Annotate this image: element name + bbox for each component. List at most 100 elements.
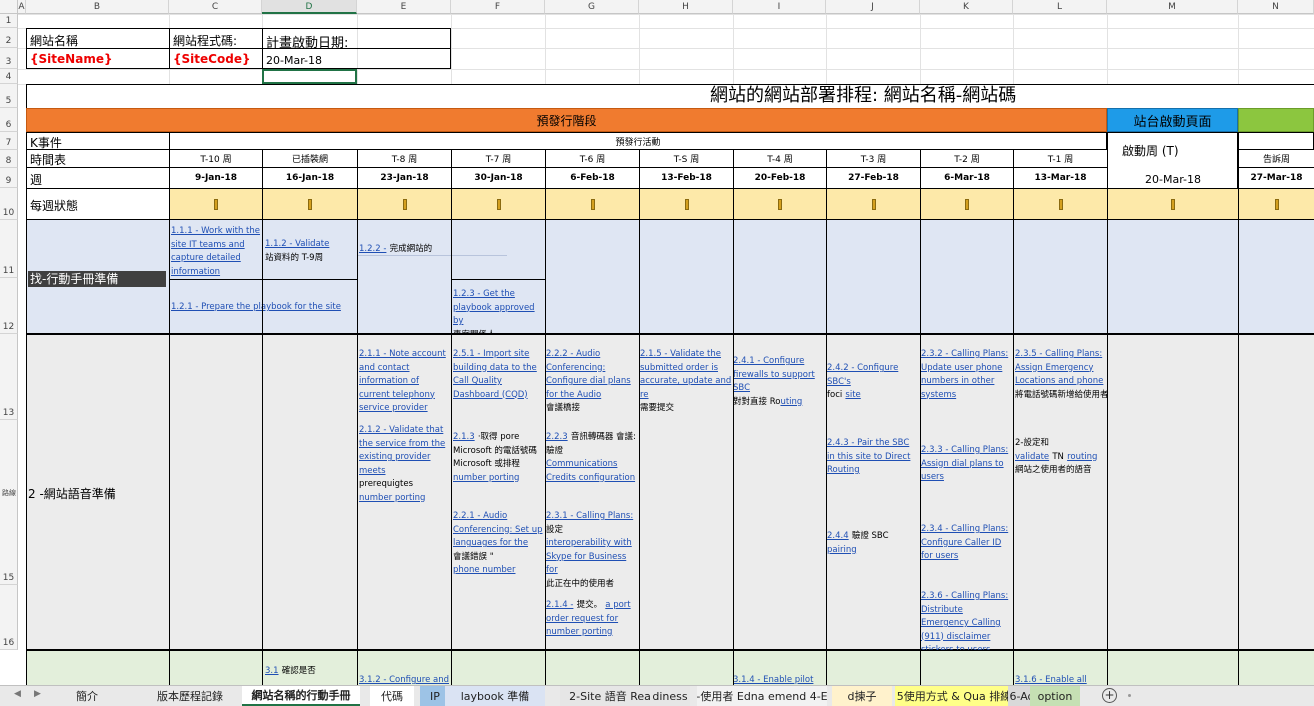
weekly-status-cell[interactable] xyxy=(639,188,734,220)
week-cell[interactable]: 20-Feb-18 xyxy=(733,167,827,189)
pre-launch-phase-header[interactable]: 預發行階段 xyxy=(26,108,1107,132)
task-2-1-5-link[interactable]: 2.1.5 - Validate the submitted order is … xyxy=(640,349,731,400)
task-2-2-3-link-b[interactable]: Communications Credits configuration xyxy=(546,459,635,483)
more-dot-icon[interactable] xyxy=(1128,694,1131,697)
task-2-1-2-link-b[interactable]: number porting xyxy=(359,493,425,503)
sheet-tab[interactable]: 簡介 xyxy=(62,686,112,706)
task-1-1-2[interactable]: 1.1.2 - Validate 站資料的 T-9周 xyxy=(265,238,357,265)
next-sheet-icon[interactable]: ▶ xyxy=(34,689,41,699)
row-header-16[interactable]: 16 xyxy=(0,585,18,650)
post-launch-phase-header[interactable] xyxy=(1238,108,1314,132)
row-header-8[interactable]: 8 xyxy=(0,150,18,168)
column-header-C[interactable]: C xyxy=(169,0,262,14)
row-header-3[interactable]: 3 xyxy=(0,48,18,69)
task-3-1-6[interactable]: 3.1.6 - Enable all users xyxy=(1015,674,1107,685)
week-cell[interactable]: 20-Mar-18 xyxy=(1107,170,1239,189)
timeline-label[interactable]: 時間表 xyxy=(26,149,170,168)
task-2-2-3-link[interactable]: 2.2.3 xyxy=(546,432,568,442)
task-2-4-3-link[interactable]: 2.4.3 - Pair the SBC in this site to Dir… xyxy=(827,438,910,475)
k-events-label[interactable]: K事件 xyxy=(26,132,170,150)
post-launch-activities-header[interactable] xyxy=(1238,132,1314,150)
site-code-label[interactable]: 網站程式碼: xyxy=(169,28,263,49)
task-2-5-1[interactable]: 2.5.1 - Import site building data to the… xyxy=(453,348,545,402)
task-2-2-1[interactable]: 2.2.1 - Audio Conferencing: Set up langu… xyxy=(453,510,545,578)
row-header-2[interactable]: 2 xyxy=(0,28,18,48)
row-header-6[interactable]: 6 xyxy=(0,108,18,132)
task-2-3-1[interactable]: 2.3.1 - Calling Plans: 設定 interoperability… xyxy=(546,510,638,591)
task-2-1-1[interactable]: 2.1.1 - Note account and contact informa… xyxy=(359,348,451,416)
column-header-J[interactable]: J xyxy=(826,0,920,14)
task-3-1-link[interactable]: 3.1 xyxy=(265,666,279,676)
weekly-status-cell[interactable] xyxy=(733,188,827,220)
task-2-4-4-link-b[interactable]: pairing xyxy=(827,545,857,555)
week-cell[interactable]: 23-Jan-18 xyxy=(357,167,452,189)
site-name-value[interactable]: {SiteName} xyxy=(26,48,170,69)
week-cell[interactable]: 13-Feb-18 xyxy=(639,167,734,189)
week-cell[interactable]: 30-Jan-18 xyxy=(451,167,546,189)
task-2-1-3[interactable]: 2.1.3 ·取得 pore Microsoft 的電話號碼 Microsoft… xyxy=(453,431,545,485)
week-cell[interactable]: 9-Jan-18 xyxy=(169,167,263,189)
sheet-tab[interactable]: 2-Site 語音 Rea xyxy=(560,686,660,706)
week-label[interactable]: 週 xyxy=(26,167,170,189)
task-2-1-2-link[interactable]: 2.1.2 - Validate that the service from t… xyxy=(359,425,445,476)
spreadsheet-grid[interactable]: ABCDEFGHIJKLMN 1 2 3 4 5 6 7 8 9 10 11 12 13 15 16 網站名… xyxy=(0,0,1314,685)
task-2-2-1-link[interactable]: 2.2.1 - Audio Conferencing: Set up langu… xyxy=(453,511,543,548)
column-header-F[interactable]: F xyxy=(451,0,545,14)
row-header-1[interactable]: 1 xyxy=(0,14,18,28)
sheet-tab[interactable]: 3-使用者 Edna emend 4-En xyxy=(697,686,827,706)
timeline-cell[interactable]: T-1 周 xyxy=(1013,149,1108,168)
sheet-tab[interactable]: 版本歷程記錄 xyxy=(150,686,230,706)
sheet-tab[interactable]: option xyxy=(1030,686,1080,706)
timeline-cell[interactable]: 告訴周 xyxy=(1238,149,1314,168)
task-2-3-3-link[interactable]: 2.3.3 - Calling Plans: Assign dial plans… xyxy=(921,445,1008,482)
task-1-2-3-link[interactable]: 1.2.3 - Get the playbook approved by xyxy=(453,289,535,326)
task-3-1-4[interactable]: 3.1.4 - Enable pilot users xyxy=(733,674,825,685)
task-2-4-2[interactable]: 2.4.2 - Configure SBC's foci site xyxy=(827,362,919,403)
task-2-4-2-link[interactable]: 2.4.2 - Configure SBC's xyxy=(827,363,898,387)
row-header-10[interactable]: 10 xyxy=(0,188,18,220)
task-2-1-3-link[interactable]: 2.1.3 xyxy=(453,432,475,442)
weekly-status-label[interactable]: 每週狀態 xyxy=(26,188,170,220)
week-cell[interactable]: 27-Feb-18 xyxy=(826,167,921,189)
weekly-status-cell[interactable] xyxy=(545,188,640,220)
site-code-value[interactable]: {SiteCode} xyxy=(169,48,263,69)
week-cell[interactable]: 27-Mar-18 xyxy=(1238,167,1314,189)
task-2-4-1[interactable]: 2.4.1 - Configure firewalls to support S… xyxy=(733,355,825,409)
column-header-M[interactable]: M xyxy=(1107,0,1238,14)
column-header-A[interactable]: A xyxy=(18,0,26,14)
task-2-1-6-link-b[interactable]: routing xyxy=(1067,452,1097,462)
weekly-status-cell[interactable] xyxy=(920,188,1014,220)
sheet-tab[interactable]: d揀子 xyxy=(832,686,892,706)
pre-launch-activities-header[interactable]: 預發行活動 xyxy=(169,132,1107,150)
sheet-tab[interactable]: diness xyxy=(650,686,690,706)
row-header-4[interactable]: 4 xyxy=(0,69,18,84)
row-header-9[interactable]: 9 xyxy=(0,168,18,188)
timeline-cell[interactable]: T-10 周 xyxy=(169,149,263,168)
weekly-status-cell[interactable] xyxy=(169,188,263,220)
sheet-tab[interactable]: 網站名稱的行動手冊 xyxy=(242,686,360,706)
task-3-1-4-link[interactable]: 3.1.4 - Enable pilot users xyxy=(733,675,813,685)
task-2-4-1-link-b[interactable]: uting xyxy=(780,397,802,407)
task-1-2-2-link[interactable]: 1.2.2 - xyxy=(359,244,386,254)
task-2-5-1-link[interactable]: 2.5.1 - Import site building data to the… xyxy=(453,349,537,400)
week-cell[interactable]: 13-Mar-18 xyxy=(1013,167,1108,189)
task-2-4-3[interactable]: 2.4.3 - Pair the SBC in this site to Dir… xyxy=(827,437,919,478)
task-2-3-1-link-b[interactable]: interoperability with Skype for Business… xyxy=(546,538,632,575)
task-2-1-4-link[interactable]: 2.1.4 - xyxy=(546,600,573,610)
timeline-cell[interactable]: 已插裝網 xyxy=(262,149,358,168)
task-2-1-3-link-b[interactable]: number porting xyxy=(453,473,519,483)
column-header-G[interactable]: G xyxy=(545,0,639,14)
section-2-label[interactable]: 2 -網站語音準備 xyxy=(28,485,168,501)
week-cell[interactable]: 16-Jan-18 xyxy=(262,167,358,189)
column-header-H[interactable]: H xyxy=(639,0,733,14)
weekly-status-cell[interactable] xyxy=(357,188,452,220)
task-1-2-1[interactable]: 1.2.1 - Prepare the playbook for the sit… xyxy=(171,301,351,315)
task-2-3-1-link[interactable]: 2.3.1 - Calling Plans: xyxy=(546,511,633,521)
select-all-corner[interactable] xyxy=(0,0,18,14)
task-3-1-2-link[interactable]: 3.1.2 - Configure and xyxy=(359,675,449,685)
weekly-status-cell[interactable] xyxy=(1238,188,1314,220)
task-2-3-2-link[interactable]: 2.3.2 - Calling Plans: Update user phone… xyxy=(921,349,1008,400)
timeline-cell[interactable]: T-8 周 xyxy=(357,149,452,168)
timeline-cell[interactable]: T-6 周 xyxy=(545,149,640,168)
column-header-D[interactable]: D xyxy=(262,0,357,14)
